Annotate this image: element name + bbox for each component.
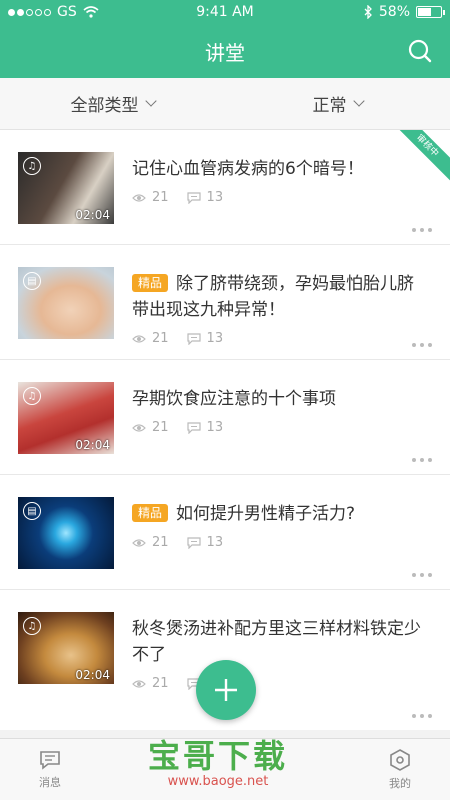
- watermark-name: 宝哥下载: [148, 737, 289, 775]
- wifi-icon: [83, 6, 99, 18]
- tab-mine[interactable]: 我的: [370, 739, 430, 800]
- type-filter-dropdown[interactable]: 全部类型: [0, 78, 225, 129]
- comment-icon: [186, 332, 201, 345]
- view-count: 21: [152, 420, 169, 435]
- lecture-list: 审核中 ♫ 02:04 记住心血管病发病的6个暗号！ 21 13 ▤ 精品 除了脐…: [0, 130, 450, 730]
- sort-filter-dropdown[interactable]: 正常: [225, 78, 450, 129]
- comment-icon: [186, 536, 201, 549]
- status-bar: GS 9:41 AM 58%: [0, 0, 450, 24]
- app-header: GS 9:41 AM 58% 讲堂: [0, 0, 450, 78]
- premium-badge: 精品: [132, 274, 169, 292]
- list-item[interactable]: 审核中 ♫ 02:04 记住心血管病发病的6个暗号！ 21 13: [0, 130, 450, 245]
- signal-strength-icon: [8, 8, 51, 16]
- tab-messages[interactable]: 消息: [20, 739, 80, 800]
- audio-icon: ♫: [23, 617, 41, 635]
- duration-label: 02:04: [75, 208, 110, 222]
- more-options-icon[interactable]: [412, 714, 432, 718]
- comment-count: 13: [206, 190, 224, 205]
- duration-label: 02:04: [75, 668, 110, 682]
- watermark-url: www.baoge.net: [167, 774, 269, 789]
- page-title: 讲堂: [205, 40, 245, 65]
- search-icon[interactable]: [406, 37, 434, 65]
- add-button[interactable]: [196, 660, 256, 720]
- item-title: 秋冬煲汤进补配方里这三样材料铁定少不了: [132, 619, 421, 665]
- duration-label: 02:04: [75, 438, 110, 452]
- more-options-icon[interactable]: [412, 573, 432, 577]
- sort-filter-label: 正常: [312, 96, 347, 116]
- eye-icon: [132, 423, 146, 432]
- view-count: 21: [152, 535, 169, 550]
- watermark: 宝哥下载 www.baoge.net: [148, 738, 288, 790]
- view-count: 21: [152, 190, 169, 205]
- chevron-down-icon: [144, 95, 157, 107]
- comment-count: 13: [206, 331, 224, 346]
- eye-icon: [132, 679, 146, 688]
- more-options-icon[interactable]: [412, 458, 432, 462]
- list-item[interactable]: ▤ 精品 如何提升男性精子活力? 21 13: [0, 475, 450, 590]
- audio-icon: ♫: [23, 157, 41, 175]
- thumbnail: ▤: [18, 267, 114, 339]
- eye-icon: [132, 334, 146, 343]
- thumbnail: ♫ 02:04: [18, 382, 114, 454]
- thumbnail: ▤: [18, 497, 114, 569]
- plus-icon: [215, 679, 237, 701]
- view-count: 21: [152, 676, 169, 691]
- battery-percent: 58%: [378, 4, 410, 20]
- list-item[interactable]: ▤ 精品 除了脐带绕颈，孕妈最怕胎儿脐带出现这九种异常！ 21 13: [0, 245, 450, 360]
- list-item[interactable]: ♫ 02:04 孕期饮食应注意的十个事项 21 13: [0, 360, 450, 475]
- audio-icon: ♫: [23, 387, 41, 405]
- eye-icon: [132, 193, 146, 202]
- comment-count: 13: [206, 420, 224, 435]
- eye-icon: [132, 538, 146, 547]
- message-icon: [40, 750, 60, 770]
- item-title: 孕期饮食应注意的十个事项: [132, 389, 336, 409]
- comment-count: 13: [206, 535, 224, 550]
- article-icon: ▤: [23, 502, 41, 520]
- bluetooth-icon: [364, 5, 372, 19]
- profile-hexagon-icon: [390, 748, 410, 771]
- comment-icon: [186, 191, 201, 204]
- more-options-icon[interactable]: [412, 343, 432, 347]
- carrier-label: GS: [57, 4, 77, 20]
- item-title: 除了脐带绕颈，孕妈最怕胎儿脐带出现这九种异常！: [132, 274, 415, 320]
- more-options-icon[interactable]: [412, 228, 432, 232]
- premium-badge: 精品: [132, 504, 169, 522]
- battery-icon: [416, 6, 445, 18]
- chevron-down-icon: [352, 95, 365, 107]
- article-icon: ▤: [23, 272, 41, 290]
- item-title: 记住心血管病发病的6个暗号！: [132, 159, 364, 179]
- thumbnail: ♫ 02:04: [18, 152, 114, 224]
- comment-icon: [186, 421, 201, 434]
- item-title: 如何提升男性精子活力?: [176, 504, 356, 524]
- type-filter-label: 全部类型: [70, 96, 139, 116]
- thumbnail: ♫ 02:04: [18, 612, 114, 684]
- tab-messages-label: 消息: [39, 775, 61, 789]
- view-count: 21: [152, 331, 169, 346]
- tab-mine-label: 我的: [389, 776, 411, 790]
- filter-bar: 全部类型 正常: [0, 78, 450, 130]
